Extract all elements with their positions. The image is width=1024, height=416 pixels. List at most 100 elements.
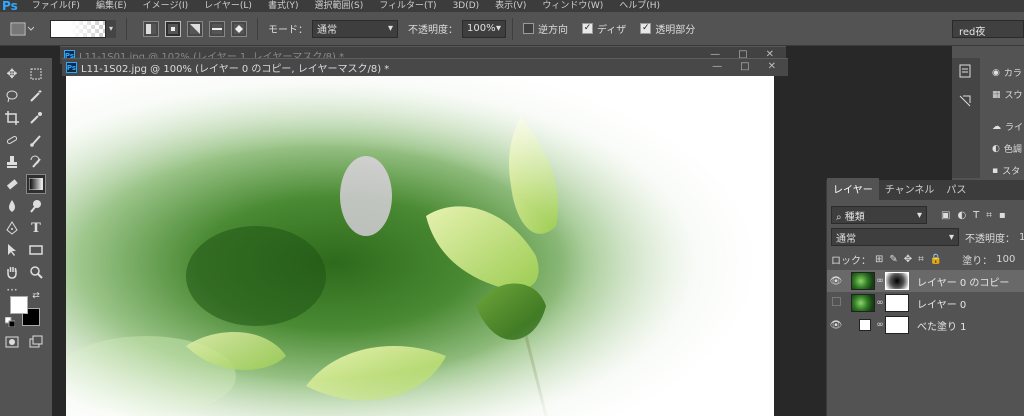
document-tab-front[interactable]: Ps L11-1S02.jpg @ 100% (レイヤー 0 のコピー, レイヤ… <box>62 58 788 76</box>
layer-filter-row: ⌕ 種類 ▾ ▣◐T⌗▪ <box>831 206 1013 224</box>
blend-mode-select[interactable]: 通常 ▾ <box>831 228 959 246</box>
menu-select[interactable]: 選択範囲(S) <box>306 0 371 12</box>
eraser-tool-icon[interactable] <box>2 174 22 194</box>
link-icon[interactable]: ∞ <box>875 276 885 286</box>
panel-icon-column <box>952 58 980 178</box>
diamond-gradient-button[interactable] <box>231 20 247 37</box>
fill-layer-thumbnail <box>859 319 871 331</box>
color-panel-group: ◉ カラ ▦ スウ ☁ ライ ◐ 色調 ▪ スタ <box>980 58 1024 178</box>
divider <box>512 17 513 40</box>
panel-styles[interactable]: ▪ スタ <box>992 164 1020 178</box>
menu-image[interactable]: イメージ(I) <box>135 0 197 12</box>
link-icon[interactable]: ∞ <box>875 320 885 330</box>
layer-opacity-label: 不透明度： <box>965 233 1015 245</box>
hand-tool-icon[interactable] <box>2 262 22 282</box>
menu-file[interactable]: ファイル(F) <box>24 0 88 12</box>
link-icon[interactable]: ∞ <box>875 298 885 308</box>
path-selection-icon[interactable] <box>2 240 22 260</box>
panel-swatches[interactable]: ▦ スウ <box>992 88 1023 102</box>
layer-thumbnail <box>851 294 875 312</box>
lock-icons[interactable]: ⊞✎✥⌗🔒 <box>875 254 948 265</box>
tab-channels[interactable]: チャンネル <box>879 178 941 200</box>
transparency-checkbox[interactable]: ✓ <box>640 23 652 34</box>
healing-brush-icon[interactable] <box>2 130 22 150</box>
radial-gradient-button[interactable] <box>165 20 181 37</box>
layer-mask-thumbnail[interactable] <box>885 272 909 290</box>
menu-type[interactable]: 書式(Y) <box>260 0 307 12</box>
lasso-tool-icon[interactable] <box>2 86 22 106</box>
workspace-search[interactable]: red夜 <box>952 20 1024 38</box>
marquee-tool-icon[interactable] <box>26 64 46 84</box>
filter-type-icons[interactable]: ▣◐T⌗▪ <box>941 210 1013 221</box>
eye-hidden-icon[interactable] <box>827 297 845 309</box>
swap-colors-icon[interactable]: ⇄ <box>30 290 42 302</box>
history-panel-icon[interactable] <box>958 64 972 81</box>
crop-tool-icon[interactable] <box>2 108 22 128</box>
rectangle-tool-icon[interactable] <box>26 240 46 260</box>
style-icon: ▪ <box>992 165 999 176</box>
gradient-dropdown-icon[interactable]: ▾ <box>106 19 116 38</box>
mode-value: 通常 <box>317 25 337 36</box>
reflected-gradient-button[interactable] <box>209 20 225 37</box>
opacity-input[interactable]: 100% ▾ <box>462 19 506 38</box>
foreground-color-swatch[interactable] <box>10 296 28 314</box>
zoom-tool-icon[interactable] <box>26 262 46 282</box>
panel-color[interactable]: ◉ カラ <box>992 66 1022 80</box>
menu-edit[interactable]: 編集(E) <box>88 0 135 12</box>
panel-adjustments[interactable]: ◐ 色調 <box>992 142 1022 156</box>
tool-preset-picker[interactable] <box>8 18 36 40</box>
minimize-icon[interactable]: — <box>712 61 722 72</box>
lock-label: ロック： <box>831 256 871 267</box>
quick-mask-icon[interactable] <box>2 332 22 352</box>
layer-mask-thumbnail[interactable] <box>885 316 909 334</box>
history-brush-icon[interactable] <box>26 152 46 172</box>
eyedropper-icon[interactable] <box>26 108 46 128</box>
menu-layer[interactable]: レイヤー(L) <box>196 0 260 12</box>
maximize-icon[interactable]: □ <box>740 61 749 72</box>
filter-value: 種類 <box>844 211 865 223</box>
canvas-area[interactable] <box>62 76 788 416</box>
screen-mode-icon[interactable] <box>26 332 46 352</box>
layer-row-copy[interactable]: 👁 ∞ レイヤー 0 のコピー <box>827 270 1024 292</box>
clone-stamp-icon[interactable] <box>2 152 22 172</box>
default-colors-icon[interactable] <box>4 316 16 328</box>
layer-name: レイヤー 0 <box>917 299 967 311</box>
close-icon[interactable]: ✕ <box>768 61 776 72</box>
layer-opacity-value[interactable]: 100 <box>1019 232 1024 243</box>
opacity-value: 100% <box>467 23 496 34</box>
tab-paths[interactable]: パス <box>940 178 972 200</box>
linear-gradient-button[interactable] <box>143 20 159 37</box>
eye-icon[interactable]: 👁 <box>827 320 845 331</box>
panel-libraries[interactable]: ☁ ライ <box>992 120 1023 134</box>
menu-view[interactable]: 表示(V) <box>487 0 534 12</box>
menu-filter[interactable]: フィルター(T) <box>371 0 444 12</box>
eye-icon[interactable]: 👁 <box>827 276 845 287</box>
fill-value[interactable]: 100 <box>996 254 1015 265</box>
properties-panel-icon[interactable] <box>958 94 972 111</box>
dither-checkbox[interactable]: ✓ <box>582 23 593 34</box>
menu-window[interactable]: ウィンドウ(W) <box>534 0 611 12</box>
pen-tool-icon[interactable] <box>2 218 22 238</box>
dodge-tool-icon[interactable] <box>26 196 46 216</box>
tab-layers[interactable]: レイヤー <box>827 178 879 200</box>
angle-gradient-button[interactable] <box>187 20 203 37</box>
layer-mask-thumbnail[interactable] <box>885 294 909 312</box>
magic-wand-icon[interactable] <box>26 86 46 106</box>
menu-3d[interactable]: 3D(D) <box>445 0 488 12</box>
mode-select[interactable]: 通常 ▾ <box>312 19 398 38</box>
mode-label: モード： <box>268 25 308 36</box>
gradient-tool-button[interactable] <box>26 174 46 194</box>
layer-name: べた塗り 1 <box>917 321 967 333</box>
blur-tool-icon[interactable] <box>2 196 22 216</box>
search-icon: ⌕ <box>836 211 842 223</box>
layer-filter-select[interactable]: ⌕ 種類 ▾ <box>831 206 927 224</box>
type-tool-icon[interactable]: T <box>26 218 46 238</box>
layer-row-base[interactable]: ∞ レイヤー 0 <box>827 292 1024 314</box>
document-canvas[interactable] <box>66 76 774 416</box>
move-tool-icon[interactable]: ✥ <box>2 64 22 84</box>
brush-tool-icon[interactable] <box>26 130 46 150</box>
layer-row-fill[interactable]: 👁 ∞ べた塗り 1 <box>827 314 1024 336</box>
menu-help[interactable]: ヘルプ(H) <box>611 0 668 12</box>
reverse-checkbox[interactable] <box>523 23 534 34</box>
gradient-swatch[interactable] <box>50 19 106 38</box>
